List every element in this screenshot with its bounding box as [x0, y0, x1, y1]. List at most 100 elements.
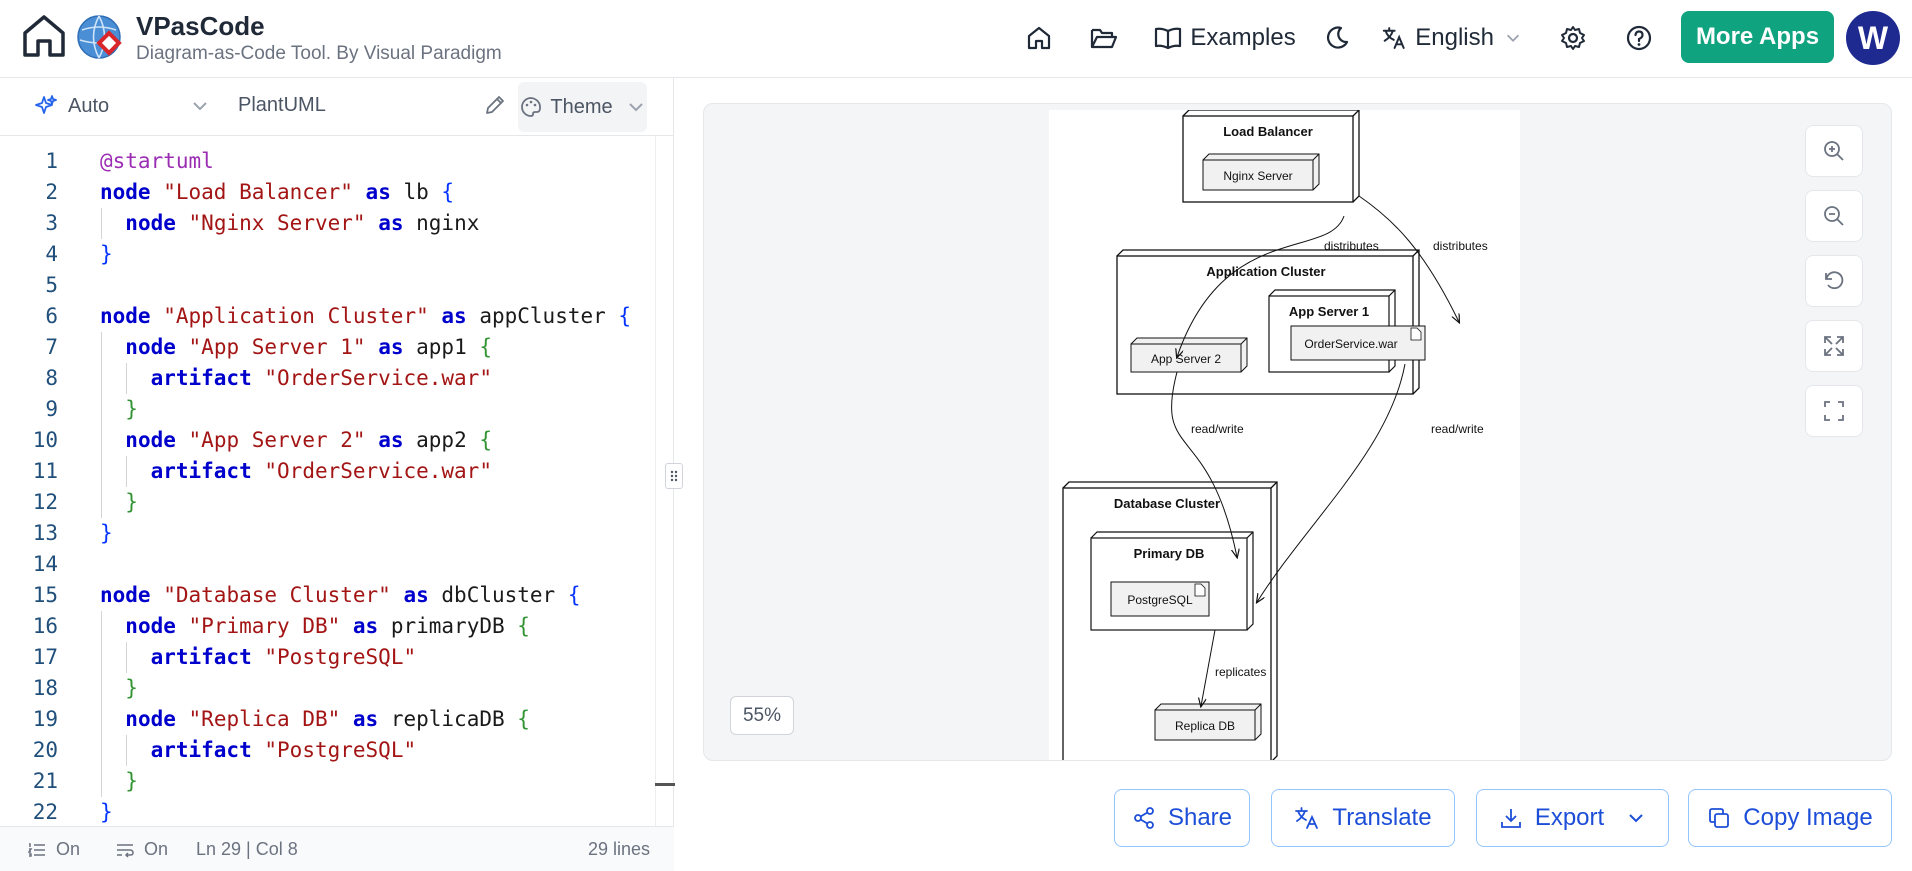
code-line[interactable]: 7 node "App Server 1" as app1 {: [0, 332, 655, 363]
folder-open-icon: [1090, 28, 1118, 49]
code-line[interactable]: 3 node "Nginx Server" as nginx: [0, 208, 655, 239]
code-line[interactable]: 5: [0, 270, 655, 301]
settings-button[interactable]: [1548, 12, 1598, 64]
open-file-button[interactable]: [1078, 12, 1130, 64]
code-line[interactable]: 18 }: [0, 673, 655, 704]
order-service-label: OrderService.war: [1304, 337, 1397, 351]
indent-guide: [101, 611, 102, 797]
code-text: }: [100, 800, 113, 824]
theme-selector[interactable]: Theme: [518, 82, 647, 132]
code-line[interactable]: 13}: [0, 518, 655, 549]
app-header: VPasCode Diagram-as-Code Tool. By Visual…: [0, 0, 1912, 78]
code-line[interactable]: 20 artifact "PostgreSQL": [0, 735, 655, 766]
book-icon: [1155, 27, 1182, 50]
chevron-down-icon: [193, 102, 207, 111]
copy-image-button[interactable]: Copy Image: [1688, 789, 1892, 847]
line-number: 16: [32, 614, 58, 638]
edge-replicates-label: replicates: [1215, 665, 1266, 679]
language-selector[interactable]: English: [1382, 12, 1522, 64]
line-number: 17: [32, 645, 58, 669]
line-number: 19: [32, 707, 58, 731]
zoom-out-button[interactable]: [1805, 190, 1863, 242]
examples-label: Examples: [1190, 24, 1296, 51]
share-button[interactable]: Share: [1114, 789, 1250, 847]
mode-selector[interactable]: Auto: [34, 94, 209, 118]
editor-scroll-thumb[interactable]: [655, 783, 675, 786]
line-number: 8: [45, 366, 58, 390]
code-line[interactable]: 21 }: [0, 766, 655, 797]
code-line[interactable]: 8 artifact "OrderService.war": [0, 363, 655, 394]
code-editor-panel: Auto PlantUML Theme 1 @startuml 2 node "Loa…: [0, 78, 674, 871]
code-line[interactable]: 17 artifact "PostgreSQL": [0, 642, 655, 673]
share-label: Share: [1167, 804, 1233, 831]
nav-home-button[interactable]: [1014, 12, 1064, 64]
user-avatar[interactable]: W: [1846, 11, 1900, 65]
code-line[interactable]: 9 }: [0, 394, 655, 425]
line-number: 21: [32, 769, 58, 793]
line-number: 18: [32, 676, 58, 700]
replica-db-node: Replica DB: [1154, 703, 1262, 741]
line-number: 14: [32, 552, 58, 576]
home-button[interactable]: [20, 12, 68, 60]
code-text: artifact "PostgreSQL": [150, 738, 417, 762]
help-button[interactable]: [1614, 12, 1664, 64]
code-line[interactable]: 2 node "Load Balancer" as lb {: [0, 177, 655, 208]
gear-icon: [1561, 26, 1585, 50]
code-line[interactable]: 16 node "Primary DB" as primaryDB {: [0, 611, 655, 642]
fit-to-screen-button[interactable]: [1805, 320, 1863, 372]
code-line[interactable]: 19 node "Replica DB" as replicaDB {: [0, 704, 655, 735]
panel-resize-handle[interactable]: [665, 463, 683, 489]
code-area[interactable]: 1 @startuml 2 node "Load Balancer" as lb {3…: [0, 136, 655, 826]
translate-icon: [1295, 807, 1319, 829]
share-icon: [1134, 807, 1154, 829]
code-text: node "App Server 1" as app1 {: [125, 335, 493, 359]
wrap-text-icon: [117, 843, 134, 858]
home-icon: [1027, 26, 1051, 50]
order-service-artifact: OrderService.war: [1290, 325, 1426, 361]
more-apps-button[interactable]: More Apps: [1681, 11, 1834, 63]
dark-mode-toggle[interactable]: [1312, 12, 1362, 64]
code-text: }: [125, 769, 138, 793]
code-text: }: [125, 490, 138, 514]
examples-button[interactable]: Examples: [1150, 12, 1300, 64]
line-number: 12: [32, 490, 58, 514]
word-wrap-state: On: [144, 839, 169, 859]
code-line[interactable]: 1 @startuml: [0, 146, 655, 177]
export-label: Export: [1534, 804, 1605, 831]
code-line[interactable]: 14: [0, 549, 655, 580]
brand-subtitle: Diagram-as-Code Tool. By Visual Paradigm: [136, 43, 502, 64]
postgresql-artifact: PostgreSQL: [1110, 581, 1210, 617]
zoom-in-button[interactable]: [1805, 125, 1863, 177]
code-line[interactable]: 11 artifact "OrderService.war": [0, 456, 655, 487]
nginx-node: Nginx Server: [1202, 153, 1320, 191]
theme-label: Theme: [550, 95, 613, 118]
export-button[interactable]: Export: [1476, 789, 1669, 847]
diagram-preview[interactable]: Load Balancer Nginx Server Application C…: [703, 103, 1892, 761]
edge-distributes-label-1: distributes: [1324, 239, 1379, 253]
line-number: 11: [32, 459, 58, 483]
indent-guide: [101, 208, 102, 239]
code-line[interactable]: 15 node "Database Cluster" as dbCluster {: [0, 580, 655, 611]
code-line[interactable]: 4}: [0, 239, 655, 270]
word-wrap-toggle[interactable]: On: [116, 839, 168, 860]
code-line[interactable]: 10 node "App Server 2" as app2 {: [0, 425, 655, 456]
translate-button[interactable]: Translate: [1271, 789, 1455, 847]
expand-arrows-icon: [1824, 336, 1844, 356]
reset-zoom-button[interactable]: [1805, 255, 1863, 307]
code-line[interactable]: 12 }: [0, 487, 655, 518]
line-number: 15: [32, 583, 58, 607]
line-number: 5: [45, 273, 58, 297]
code-line[interactable]: 22}: [0, 797, 655, 826]
line-numbers-toggle[interactable]: On: [28, 839, 80, 860]
language-label: English: [1415, 24, 1494, 51]
fullscreen-button[interactable]: [1805, 385, 1863, 437]
code-line[interactable]: 6 node "Application Cluster" as appCluste…: [0, 301, 655, 332]
translate-label: Translate: [1332, 804, 1432, 831]
zoom-in-icon: [1824, 141, 1844, 161]
editor-status-bar: On On Ln 29 | Col 8 29 lines: [0, 826, 674, 871]
edit-button[interactable]: [484, 94, 506, 116]
indent-guide: [126, 363, 128, 394]
deployment-diagram: Load Balancer Nginx Server Application C…: [1062, 109, 1488, 760]
list-numbers-icon: [28, 842, 45, 857]
sparkle-icon: [35, 95, 57, 114]
